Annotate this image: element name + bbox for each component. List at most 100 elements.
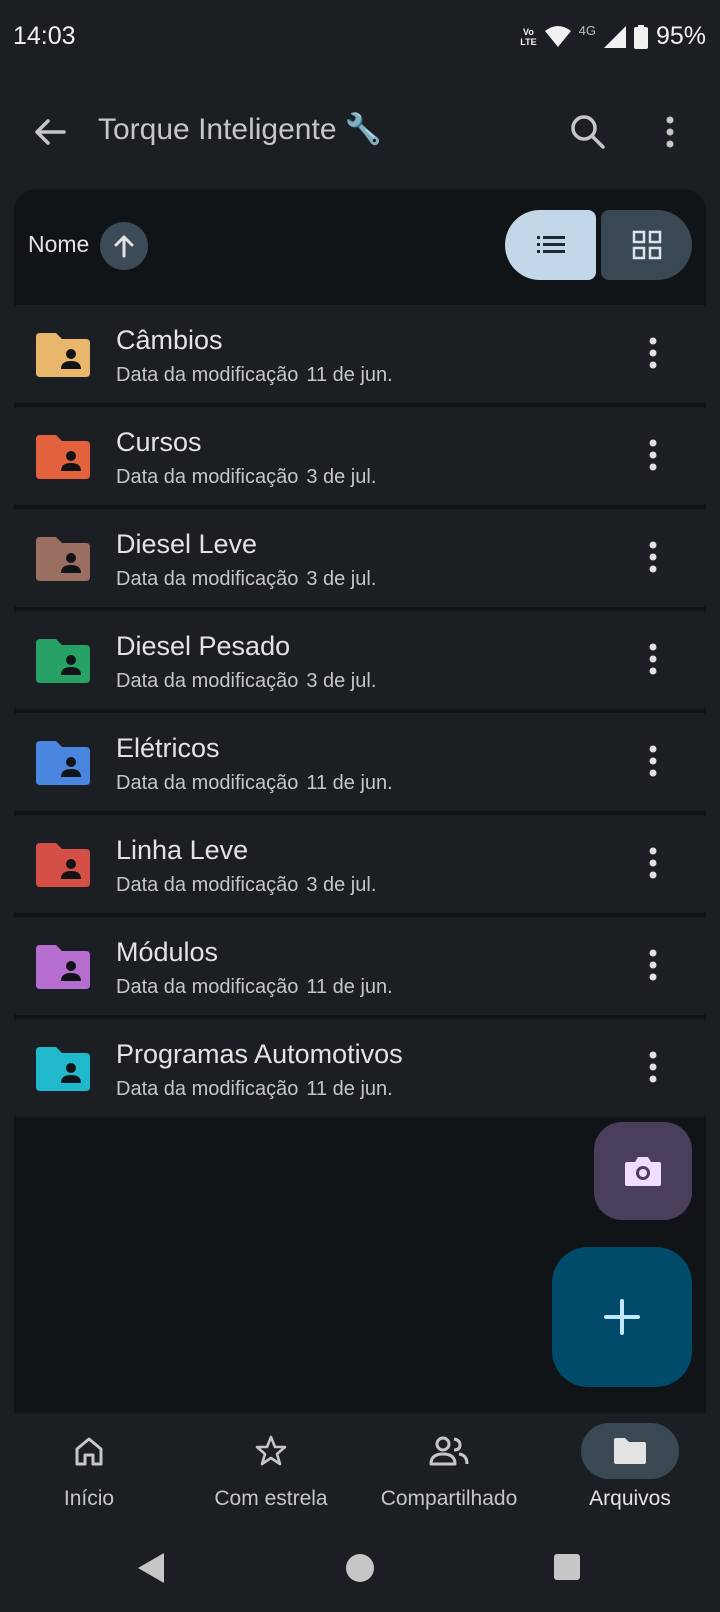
file-modified: Data da modificação 11 de jun. [116,772,393,795]
arrow-up-icon [114,235,134,258]
file-row[interactable]: Programas Automotivos Data da modificação… [14,1019,706,1117]
search-icon[interactable] [566,110,610,154]
file-modified: Data da modificação 3 de jul. [116,874,376,897]
modified-date: 3 de jul. [306,466,377,488]
network-type: 4G [578,23,596,38]
folder-title: Torque Inteligente 🔧 [98,113,383,146]
file-name: Elétricos [116,733,220,763]
shared-folder-icon [36,741,90,785]
file-name: Programas Automotivos [116,1039,403,1069]
shared-folder-icon [36,435,90,479]
file-name: Cursos [116,427,202,457]
modified-label: Data da modificação [116,976,299,998]
modified-date: 3 de jul. [306,670,377,692]
shared-folder-icon [36,843,90,887]
file-row[interactable]: Linha Leve Data da modificação 3 de jul. [14,815,706,913]
wifi-icon [544,25,571,47]
file-modified: Data da modificação 11 de jun. [116,976,393,999]
modified-label: Data da modificação [116,466,299,488]
more-options-icon[interactable] [638,741,668,781]
signal-icon [603,25,626,48]
modified-label: Data da modificação [116,364,299,386]
sort-bar: Nome [14,189,706,301]
grid-icon [632,230,661,260]
file-modified: Data da modificação 3 de jul. [116,670,376,693]
new-button[interactable] [552,1247,692,1387]
sort-direction-button[interactable] [100,222,148,270]
system-back-icon[interactable] [134,1551,168,1585]
scan-camera-button[interactable] [594,1122,692,1220]
sort-label[interactable]: Nome [28,231,89,258]
grid-view-button[interactable] [601,210,692,280]
shared-folder-icon [36,333,90,377]
modified-date: 3 de jul. [306,568,377,590]
file-modified: Data da modificação 3 de jul. [116,568,376,591]
modified-label: Data da modificação [116,568,299,590]
file-row[interactable]: Diesel Leve Data da modificação 3 de jul. [14,509,706,607]
people-icon [429,1436,469,1466]
shared-folder-icon [36,537,90,581]
back-arrow-icon[interactable] [30,112,70,152]
nav-item-home[interactable]: Início [4,1423,174,1519]
nav-item-starred[interactable]: Com estrela [186,1423,356,1519]
more-options-icon[interactable] [638,945,668,985]
more-options-icon[interactable] [638,843,668,883]
list-view-button[interactable] [505,210,596,280]
system-navigation-bar [0,1523,720,1612]
nav-label-home: Início [63,1487,115,1510]
home-icon [75,1437,103,1466]
modified-date: 11 de jun. [306,976,393,998]
volte-icon: Vo LTE [520,26,537,47]
status-icons: Vo LTE 4G 95% [520,22,706,51]
file-list-panel: Nome Câmbios Data da modificação 11 de j… [14,189,706,1413]
file-modified: Data da modificação 11 de jun. [116,364,393,387]
modified-date: 3 de jul. [306,874,377,896]
file-row[interactable]: Diesel Pesado Data da modificação 3 de jul… [14,611,706,709]
modified-date: 11 de jun. [306,364,393,386]
shared-folder-icon [36,945,90,989]
battery-icon [633,24,648,49]
nav-label-shared: Compartilhado [380,1487,518,1510]
camera-icon [625,1157,661,1186]
file-name: Linha Leve [116,835,249,865]
nav-label-files: Arquivos [589,1487,671,1510]
file-name: Módulos [116,937,219,967]
file-row[interactable]: Cursos Data da modificação 3 de jul. [14,407,706,505]
file-list: Câmbios Data da modificação 11 de jun. Curs… [14,305,706,1121]
list-icon [536,236,565,253]
file-row[interactable]: Elétricos Data da modificação 11 de jun. [14,713,706,811]
nav-item-files[interactable]: Arquivos [545,1423,715,1519]
more-options-icon[interactable] [638,639,668,679]
shared-folder-icon [36,1047,90,1091]
app-bar: Torque Inteligente 🔧 [0,90,720,174]
more-options-icon[interactable] [638,537,668,577]
status-bar: 14:03 Vo LTE 4G 95% [0,0,720,78]
system-recents-icon[interactable] [551,1551,585,1585]
view-toggle [505,210,692,280]
file-row[interactable]: Módulos Data da modificação 11 de jun. [14,917,706,1015]
more-options-icon[interactable] [638,435,668,475]
file-name: Diesel Pesado [116,631,291,661]
modified-label: Data da modificação [116,1078,299,1100]
nav-item-shared[interactable]: Compartilhado [364,1423,534,1519]
status-time: 14:03 [13,22,76,50]
folder-icon [614,1438,646,1464]
bottom-navigation: Início Com estrela Compartilhado Arquivo… [0,1413,720,1523]
file-modified: Data da modificação 11 de jun. [116,1078,393,1101]
file-name: Câmbios [116,325,223,355]
file-modified: Data da modificação 3 de jul. [116,466,376,489]
system-home-icon[interactable] [343,1551,377,1585]
modified-label: Data da modificação [116,874,299,896]
modified-date: 11 de jun. [306,1078,393,1100]
more-options-icon[interactable] [650,110,690,154]
plus-icon [604,1299,640,1335]
nav-label-starred: Com estrela [214,1487,328,1510]
file-name: Diesel Leve [116,529,258,559]
more-options-icon[interactable] [638,333,668,373]
modified-label: Data da modificação [116,670,299,692]
more-options-icon[interactable] [638,1047,668,1087]
star-icon [255,1435,287,1466]
file-row[interactable]: Câmbios Data da modificação 11 de jun. [14,305,706,403]
modified-label: Data da modificação [116,772,299,794]
battery-percent: 95% [655,22,706,50]
